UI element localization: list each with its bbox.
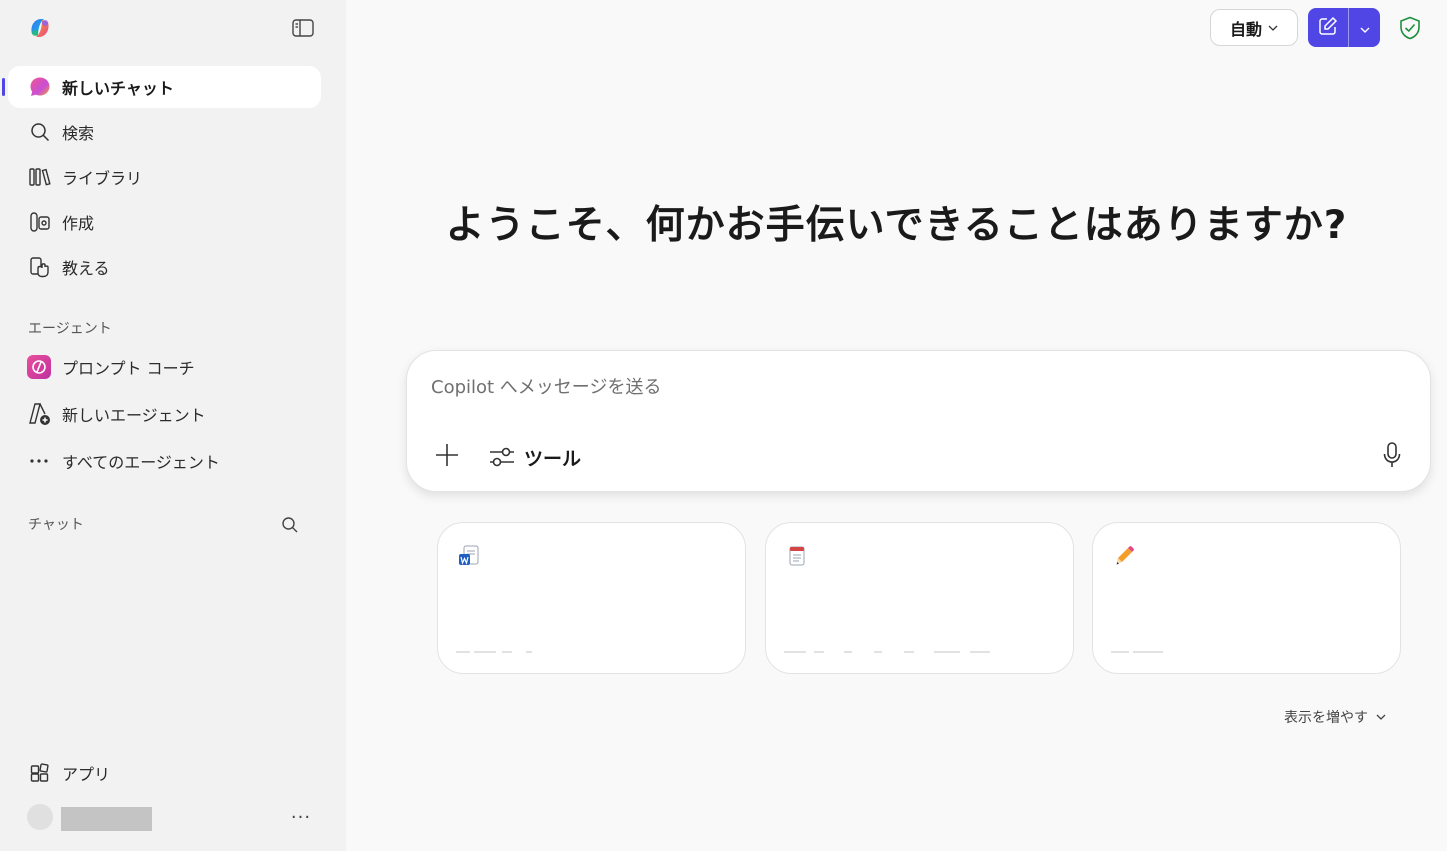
sliders-icon: [487, 442, 517, 472]
mode-selector-button[interactable]: 自動: [1210, 9, 1298, 46]
copilot-logo-icon[interactable]: [26, 14, 54, 42]
agent-prompt-coach[interactable]: プロンプト コーチ: [26, 353, 195, 381]
new-agent-icon: [26, 401, 52, 427]
tools-button[interactable]: ツール: [487, 439, 581, 475]
suggestion-card[interactable]: [1092, 522, 1401, 674]
sidebar-item-label: 作成: [62, 214, 95, 233]
sidebar-item-search[interactable]: 検索: [8, 111, 321, 153]
chat-search-icon[interactable]: [278, 513, 302, 537]
library-icon: [28, 165, 52, 189]
sidebar-item-new-chat[interactable]: 新しいチャット: [2, 66, 321, 108]
page-title: ようこそ、何かお手伝いできることはありますか?: [445, 203, 1348, 248]
teach-icon: [28, 255, 52, 279]
create-icon: [28, 210, 52, 234]
mode-label: 自動: [1229, 19, 1262, 39]
sidebar-item-label: ライブラリ: [62, 169, 143, 188]
sidebar-item-library[interactable]: ライブラリ: [8, 156, 321, 198]
sidebar-nav: 新しいチャット 検索 ライブラリ 作成 教える: [0, 66, 346, 291]
sidebar-collapse-icon[interactable]: [290, 16, 316, 40]
sidebar-item-label: 新しいチャット: [62, 79, 174, 98]
sidebar-item-label: 教える: [62, 259, 110, 278]
apps-label: アプリ: [62, 765, 111, 784]
sidebar-item-label: 検索: [62, 124, 95, 143]
avatar[interactable]: [27, 804, 53, 830]
card-text-placeholder: [456, 651, 532, 653]
show-more-label: 表示を増やす: [1284, 710, 1368, 726]
show-more-button[interactable]: 表示を増やす: [1284, 706, 1386, 728]
agent-label: 新しいエージェント: [62, 406, 206, 425]
card-text-placeholder: [784, 651, 990, 653]
new-chat-button-group: [1308, 8, 1380, 47]
shield-check-icon[interactable]: [1396, 14, 1424, 42]
search-icon: [28, 120, 52, 144]
message-composer: ツール: [406, 350, 1431, 492]
agent-all-agents[interactable]: すべてのエージェント: [26, 447, 220, 475]
card-text-placeholder: [1111, 651, 1163, 653]
chevron-down-icon: [1376, 714, 1386, 720]
agent-label: プロンプト コーチ: [62, 359, 195, 378]
word-doc-icon: [458, 545, 480, 567]
chats-section-label: チャット: [28, 517, 84, 533]
pencil-icon: [1113, 545, 1135, 567]
suggestion-card[interactable]: [437, 522, 746, 674]
sidebar-item-teach[interactable]: 教える: [8, 246, 321, 288]
new-chat-button[interactable]: [1308, 8, 1349, 47]
agent-new-agent[interactable]: 新しいエージェント: [26, 400, 206, 428]
user-more-button[interactable]: ···: [286, 806, 316, 828]
plus-icon: [435, 443, 459, 471]
suggestion-card[interactable]: [765, 522, 1074, 674]
compose-icon: [1318, 16, 1338, 40]
sidebar-item-create[interactable]: 作成: [8, 201, 321, 243]
chevron-down-icon: [1268, 25, 1278, 31]
chevron-down-icon: [1360, 18, 1370, 37]
apps-icon: [28, 761, 52, 785]
agents-section-label: エージェント: [28, 321, 112, 337]
copilot-chat-icon: [28, 75, 52, 99]
add-attachment-button[interactable]: [429, 439, 465, 475]
sidebar-item-apps[interactable]: アプリ: [28, 760, 110, 786]
prompt-coach-icon: [26, 354, 52, 380]
new-chat-dropdown-button[interactable]: [1349, 8, 1380, 47]
agent-label: すべてのエージェント: [62, 453, 220, 472]
tools-label: ツール: [524, 447, 582, 470]
user-name-redacted: [61, 807, 152, 831]
microphone-icon: [1382, 441, 1402, 473]
microphone-button[interactable]: [1375, 439, 1409, 475]
notepad-icon: [786, 545, 808, 567]
sidebar: 新しいチャット 検索 ライブラリ 作成 教える エージェント プロンプト コーチ…: [0, 0, 346, 851]
message-input[interactable]: [431, 371, 1331, 403]
more-dots-icon: [26, 448, 52, 474]
